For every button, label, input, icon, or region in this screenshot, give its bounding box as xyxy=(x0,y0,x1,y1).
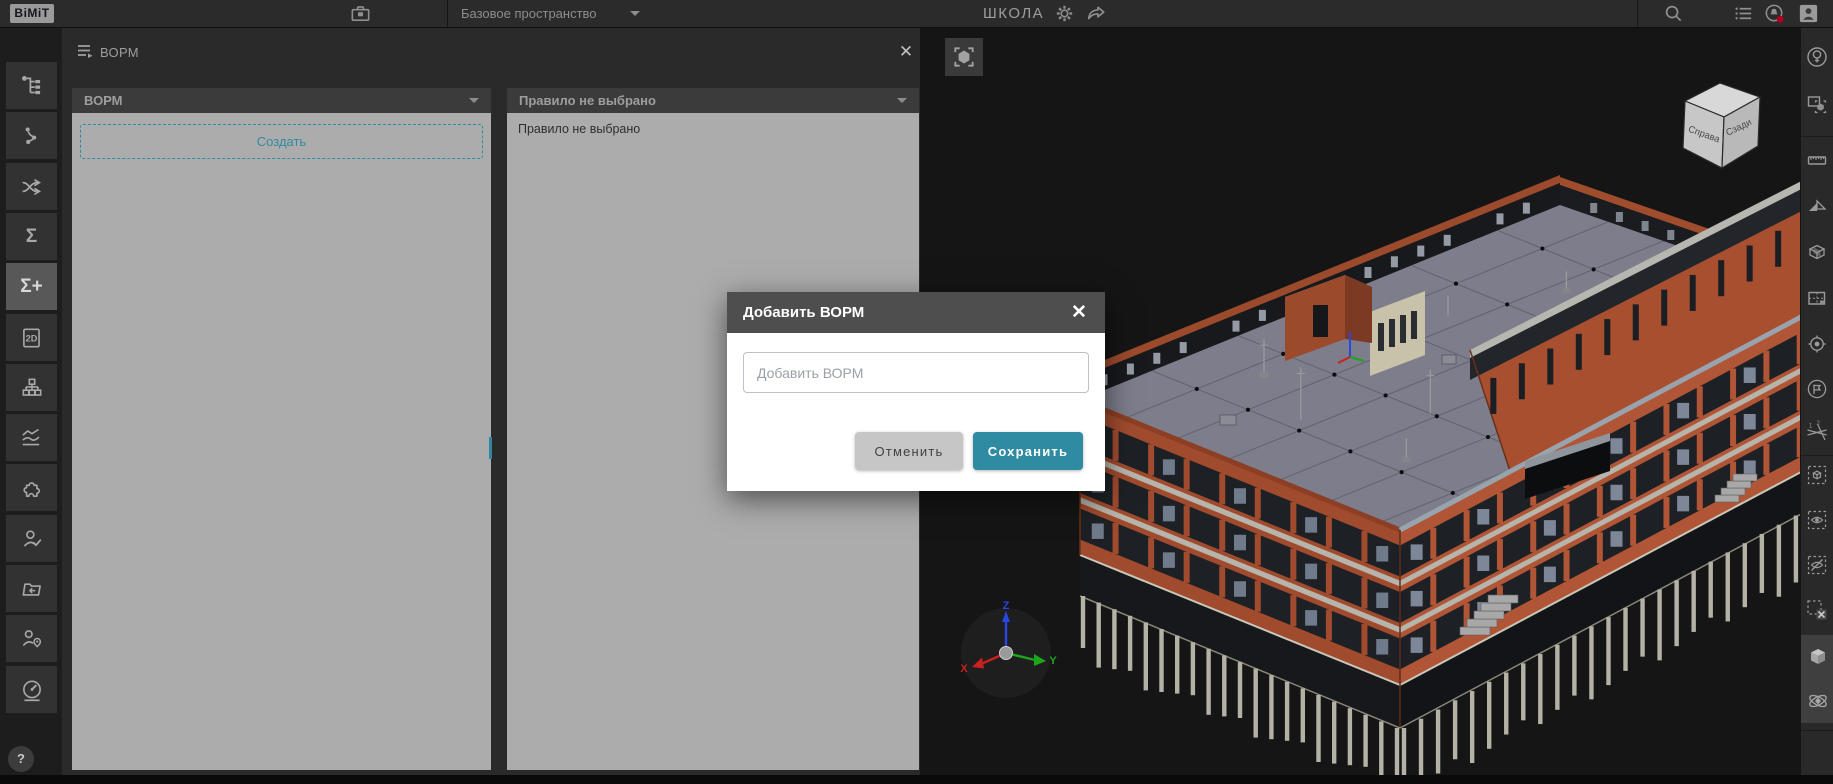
tree-view-icon[interactable] xyxy=(1805,45,1829,69)
share-icon[interactable] xyxy=(1085,2,1108,25)
toolbar-button-folder-share[interactable] xyxy=(6,565,57,612)
menu-list-icon[interactable] xyxy=(1732,2,1755,25)
svg-text:2D: 2D xyxy=(25,333,37,343)
topbar-divider xyxy=(1637,0,1638,27)
vorm-column: ВОРМ Создать xyxy=(72,88,491,770)
sigma-icon: Σ xyxy=(26,226,37,248)
toolbar-button-user-check[interactable] xyxy=(6,515,57,562)
toolbar-button-trend-chart[interactable] xyxy=(6,414,57,461)
panel-menu-icon[interactable] xyxy=(75,41,97,63)
settings-gear-icon[interactable] xyxy=(1053,2,1076,25)
view-cube-icon xyxy=(1806,645,1830,669)
vorm-dropdown-label: ВОРМ xyxy=(84,88,123,113)
clear-selection-icon[interactable] xyxy=(1805,598,1829,622)
flag-marker-icon[interactable] xyxy=(1805,377,1829,401)
view-cube-button[interactable] xyxy=(1801,635,1833,679)
user-location-icon xyxy=(19,626,45,652)
help-button[interactable]: ? xyxy=(8,746,34,772)
toolbar-button-user-location[interactable] xyxy=(6,615,57,662)
navigation-cube[interactable]: Справа Сзади xyxy=(1672,75,1772,171)
hide-eye-icon[interactable] xyxy=(1805,553,1829,577)
focus-hexagon-icon xyxy=(951,44,977,70)
orbit-3d-icon xyxy=(1806,689,1830,713)
isolate-box-icon[interactable] xyxy=(1805,463,1829,487)
chevron-down-icon xyxy=(469,98,479,103)
cancel-button[interactable]: Отменить xyxy=(855,432,963,470)
app-logo[interactable]: BiMiT xyxy=(10,4,54,23)
rule-dropdown-label: Правило не выбрано xyxy=(519,88,656,113)
topbar-divider xyxy=(447,0,448,27)
toolbar-separator xyxy=(1801,730,1833,731)
search-icon[interactable] xyxy=(1662,2,1685,25)
toolbar-button-sigma[interactable]: Σ xyxy=(6,213,57,260)
toolbar-button-gauge[interactable] xyxy=(6,666,57,713)
left-toolbar: Σ Σ+ 2D xyxy=(0,27,62,775)
toolbar-button-crossing-arrows[interactable] xyxy=(6,163,57,210)
orbit-3d-button[interactable] xyxy=(1801,679,1833,723)
region-select-icon[interactable] xyxy=(1805,92,1829,116)
2d-view-icon: 2D xyxy=(19,325,45,351)
column-resize-handle[interactable] xyxy=(489,437,492,459)
create-vorm-button[interactable]: Создать xyxy=(80,124,483,159)
project-title: ШКОЛА xyxy=(983,0,1044,27)
add-vorm-dialog: Добавить ВОРМ ✕ Отменить Сохранить xyxy=(727,292,1105,491)
toolbar-button-puzzle-plugin[interactable] xyxy=(6,464,57,511)
target-locate-icon[interactable] xyxy=(1805,332,1829,356)
toolbar-button-sigma-add[interactable]: Σ+ xyxy=(6,263,57,310)
bottom-strip xyxy=(0,775,1833,784)
sigma-add-icon: Σ+ xyxy=(20,276,43,298)
vorm-dropdown[interactable]: ВОРМ xyxy=(72,88,491,113)
flip-flash-icon[interactable] xyxy=(1805,194,1829,218)
chevron-down-icon xyxy=(897,98,907,103)
dialog-header: Добавить ВОРМ ✕ xyxy=(727,292,1105,333)
ruler-icon[interactable] xyxy=(1805,148,1829,172)
svg-text:2: 2 xyxy=(1817,421,1821,427)
workspace-dropdown[interactable]: Базовое пространство xyxy=(461,0,597,27)
crossing-arrows-icon xyxy=(19,174,45,200)
bimit-app: Справа Сзади Z X Y BiMiT xyxy=(0,0,1833,784)
user-check-icon xyxy=(19,526,45,552)
structure-chart-icon xyxy=(19,375,45,401)
right-toolbar: 1 2 xyxy=(1800,27,1833,775)
save-button[interactable]: Сохранить xyxy=(973,432,1083,470)
model-tree-icon xyxy=(19,73,45,99)
toolbar-button-model-tree[interactable] xyxy=(6,62,57,109)
top-bar: BiMiT Базовое пространство ШКОЛА xyxy=(0,0,1833,28)
chevron-down-icon xyxy=(630,11,640,16)
axis-gizmo[interactable]: Z X Y xyxy=(953,600,1059,706)
user-avatar-icon[interactable] xyxy=(1797,2,1820,25)
vorm-name-input[interactable] xyxy=(743,352,1089,393)
rule-dropdown[interactable]: Правило не выбрано xyxy=(507,88,919,113)
panel-title: ВОРМ xyxy=(100,45,139,60)
dialog-close-button[interactable]: ✕ xyxy=(1066,300,1092,326)
trend-chart-icon xyxy=(19,425,45,451)
folder-share-icon xyxy=(19,576,45,602)
rule-empty-text: Правило не выбрано xyxy=(518,122,640,136)
gizmo-y-label: Y xyxy=(1049,655,1057,667)
panel-close-button[interactable]: ✕ xyxy=(894,40,918,64)
fit-to-view-button[interactable] xyxy=(945,38,983,76)
dialog-title: Добавить ВОРМ xyxy=(743,292,864,333)
toolbar-separator xyxy=(1801,136,1833,137)
toolbar-button-2d-view[interactable]: 2D xyxy=(6,314,57,361)
briefcase-icon[interactable] xyxy=(349,2,372,25)
section-cube-icon[interactable] xyxy=(1805,240,1829,264)
toolbar-button-structure-chart[interactable] xyxy=(6,364,57,411)
toolbar-button-node-link[interactable] xyxy=(6,112,57,159)
svg-text:1: 1 xyxy=(1809,424,1813,430)
gizmo-z-label: Z xyxy=(1003,600,1010,612)
puzzle-icon xyxy=(19,475,45,501)
axis-intersections-icon[interactable]: 1 2 xyxy=(1805,420,1829,444)
notifications-bell-icon[interactable] xyxy=(1763,2,1786,25)
toolbar-separator xyxy=(1801,455,1833,456)
show-eye-icon[interactable] xyxy=(1805,508,1829,532)
node-link-icon xyxy=(19,123,45,149)
gauge-icon xyxy=(19,677,45,703)
gizmo-x-label: X xyxy=(960,663,968,675)
floor-plan-icon[interactable] xyxy=(1805,286,1829,310)
